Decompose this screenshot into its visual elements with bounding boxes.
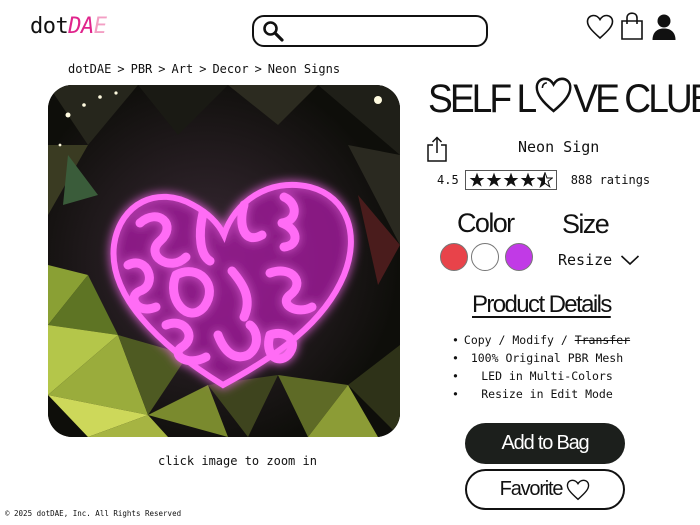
feature-list: Copy / Modify / Transfer 100% Original P… <box>452 331 642 403</box>
star-icon <box>486 172 502 187</box>
favorite-label: Favorite <box>499 478 564 500</box>
logo[interactable]: dotDAE <box>30 14 107 39</box>
heart-icon[interactable] <box>586 14 614 40</box>
size-select-value: Resize <box>558 251 613 269</box>
feature-item: Resize in Edit Mode <box>452 385 642 403</box>
breadcrumb: dotDAE > PBR > Art > Decor > Neon Signs <box>68 62 340 76</box>
breadcrumb-separator: > <box>199 62 207 76</box>
breadcrumb-separator: > <box>158 62 166 76</box>
star-icon <box>520 172 536 187</box>
star-icon <box>503 172 519 187</box>
feature-transfer: Transfer <box>574 333 631 347</box>
star-icon <box>469 172 485 187</box>
product-title: SELF L VE CLUB <box>428 74 700 124</box>
search-input[interactable] <box>284 17 486 45</box>
size-select[interactable]: Resize <box>558 251 640 269</box>
title-text-end: VE CLUB <box>573 77 700 121</box>
logo-text-e: E <box>93 14 107 39</box>
logo-text-dot: dot <box>30 14 69 39</box>
feature-item: 100% Original PBR Mesh <box>452 349 642 367</box>
user-icon[interactable] <box>651 13 677 41</box>
breadcrumb-item-art[interactable]: Art <box>172 62 194 76</box>
search-icon[interactable] <box>262 20 284 42</box>
color-swatch-white[interactable] <box>471 243 499 271</box>
breadcrumb-separator: > <box>117 62 125 76</box>
copyright: © 2025 dotDAE, Inc. All Rights Reserved <box>5 509 182 518</box>
feature-copy-modify: Copy / Modify / <box>463 333 575 347</box>
color-swatch-purple[interactable] <box>505 243 533 271</box>
color-label: Color <box>457 208 515 238</box>
star-half-icon <box>536 172 553 188</box>
title-text-start: SELF L <box>428 77 537 121</box>
favorite-button[interactable]: Favorite <box>465 469 625 510</box>
search-bar[interactable] <box>252 15 488 47</box>
breadcrumb-item-decor[interactable]: Decor <box>212 62 248 76</box>
share-icon[interactable] <box>426 136 448 166</box>
feature-item: LED in Multi-Colors <box>452 367 642 385</box>
product-details-heading: Product Details <box>472 291 612 318</box>
heart-letter-icon <box>534 77 573 113</box>
breadcrumb-item-dotdae[interactable]: dotDAE <box>68 62 111 76</box>
breadcrumb-separator: > <box>254 62 262 76</box>
size-label: Size <box>562 209 610 239</box>
logo-text-da: DA <box>68 14 94 39</box>
product-image[interactable] <box>48 85 400 437</box>
star-rating[interactable] <box>464 170 557 190</box>
add-to-bag-label: Add to Bag <box>501 432 590 454</box>
shopping-bag-icon[interactable] <box>620 12 644 40</box>
heart-outline-icon <box>567 479 590 500</box>
product-type: Neon Sign <box>518 138 600 156</box>
rating-value: 4.5 <box>437 173 459 187</box>
rating: 4.5 888 ratings <box>437 170 650 190</box>
chevron-down-icon <box>621 255 640 266</box>
zoom-hint: click image to zoom in <box>158 454 317 468</box>
rating-count: 888 ratings <box>570 173 651 187</box>
add-to-bag-button[interactable]: Add to Bag <box>465 423 625 464</box>
feature-item: Copy / Modify / Transfer <box>452 331 642 349</box>
breadcrumb-item-neon-signs[interactable]: Neon Signs <box>268 62 340 76</box>
breadcrumb-item-pbr[interactable]: PBR <box>131 62 153 76</box>
color-swatch-red[interactable] <box>440 243 468 271</box>
